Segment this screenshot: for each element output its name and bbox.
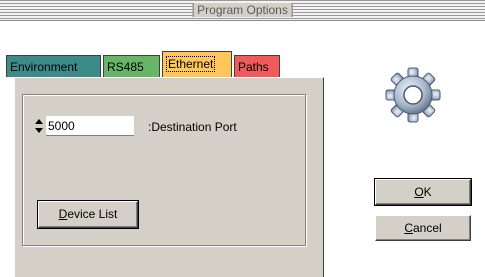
cancel-button[interactable]: Cancel <box>375 215 471 241</box>
device-list-label: evice List <box>67 207 118 221</box>
tab-paths[interactable]: Paths <box>234 55 280 77</box>
tab-ethernet[interactable]: Ethernet <box>162 51 232 77</box>
arrow-down-icon[interactable] <box>35 128 43 133</box>
ok-label: K <box>423 185 432 199</box>
device-list-mnemonic: D <box>58 207 68 221</box>
arrow-up-icon[interactable] <box>35 119 43 124</box>
destination-port-label: :Destination Port <box>148 120 237 134</box>
tab-ethernet-label: Ethernet <box>166 56 216 72</box>
gear-icon <box>385 67 441 123</box>
window-title: Program Options <box>192 3 293 17</box>
destination-port-input[interactable] <box>46 116 134 136</box>
title-bar[interactable]: Program Options <box>0 0 485 21</box>
tab-rs485[interactable]: RS485 <box>103 55 160 77</box>
device-list-button[interactable]: Device List <box>37 200 139 229</box>
tab-paths-label: Paths <box>238 60 269 74</box>
port-spinner[interactable] <box>34 117 45 137</box>
tab-environment-label: Environment <box>10 60 78 74</box>
cancel-mnemonic: C <box>404 221 413 235</box>
tab-rs485-label: RS485 <box>107 60 144 74</box>
ok-mnemonic: O <box>414 185 424 199</box>
tab-environment[interactable]: Environment <box>6 55 101 77</box>
ok-button[interactable]: OK <box>374 178 472 206</box>
cancel-label: ancel <box>412 221 442 235</box>
